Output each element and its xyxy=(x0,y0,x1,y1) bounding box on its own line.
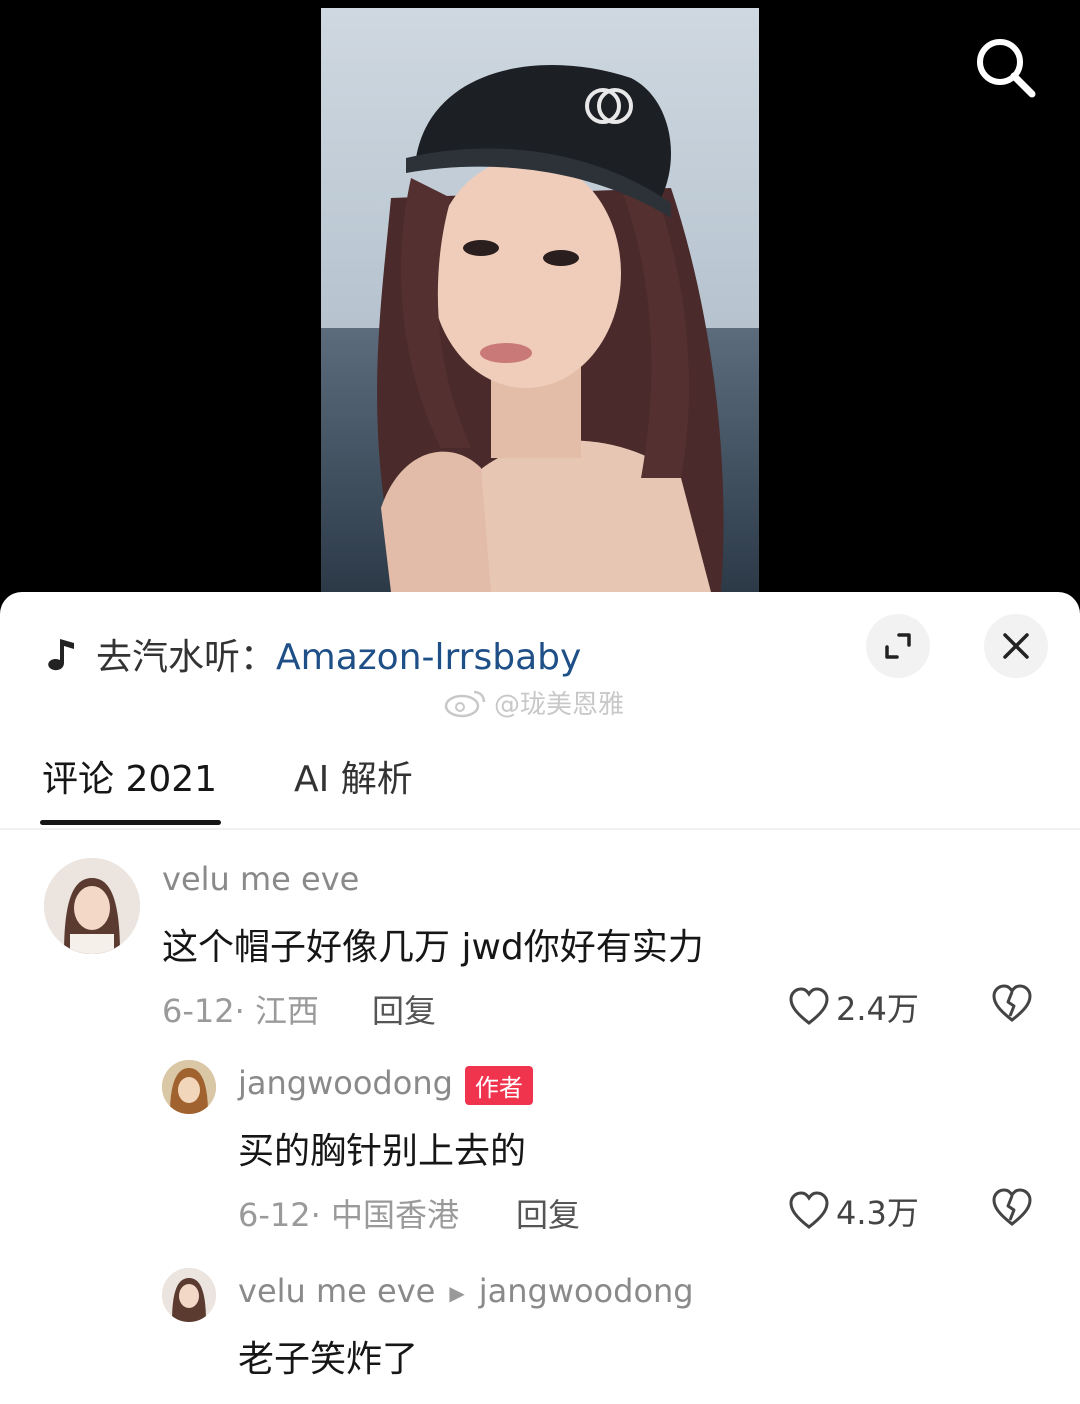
avatar[interactable] xyxy=(162,1060,216,1114)
reply-button[interactable]: 回复 xyxy=(516,1190,580,1236)
video-area[interactable] xyxy=(0,0,1080,600)
heart-icon xyxy=(789,1191,829,1229)
music-row[interactable]: 去汽水听：Amazon-lrrsbaby xyxy=(44,628,581,680)
comment-meta: 6-12· 江西 xyxy=(162,992,319,1030)
search-icon xyxy=(977,39,1036,98)
music-note-icon xyxy=(48,639,74,671)
tab-bar: 评论 2021 AI 解析 xyxy=(0,742,1080,830)
comment-panel: 去汽水听：Amazon-lrrsbaby @珑美恩雅 评论 2021 AI 解析 xyxy=(0,592,1080,1404)
close-icon xyxy=(1003,633,1029,659)
music-prefix: 去汽水听： xyxy=(96,637,277,678)
broken-heart-icon xyxy=(992,1188,1032,1226)
avatar[interactable] xyxy=(44,858,140,954)
comment-text: 买的胸针别上去的 xyxy=(238,1131,527,1172)
reply-button[interactable]: 回复 xyxy=(372,986,436,1032)
author-badge: 作者 xyxy=(464,1065,533,1105)
comment-username: velu me eve ▶ jangwoodong xyxy=(238,1272,694,1310)
weibo-logo-icon xyxy=(444,690,486,717)
comment-text: 这个帽子好像几万 jwd你好有实力 xyxy=(162,927,704,968)
avatar[interactable] xyxy=(162,1268,216,1322)
reply-username[interactable]: velu me eve xyxy=(238,1272,435,1310)
watermark: @珑美恩雅 xyxy=(444,684,624,721)
watermark-text: @珑美恩雅 xyxy=(494,690,625,720)
video-frame[interactable] xyxy=(321,8,759,592)
tab-ai-analysis[interactable]: AI 解析 xyxy=(294,750,413,802)
music-source: 去汽水听：Amazon-lrrsbaby xyxy=(96,628,581,680)
music-track-link[interactable]: Amazon-lrrsbaby xyxy=(276,637,581,678)
comment-meta: 6-12· 中国香港 xyxy=(238,1196,459,1234)
dislike-button[interactable] xyxy=(990,1188,1034,1232)
reply-to-username[interactable]: jangwoodong xyxy=(479,1272,694,1310)
broken-heart-icon xyxy=(992,984,1032,1022)
like-button[interactable]: 4.3万 xyxy=(788,1188,919,1234)
comment-username[interactable]: velu me eve xyxy=(162,860,359,898)
like-button[interactable]: 2.4万 xyxy=(788,984,919,1030)
like-count: 4.3万 xyxy=(836,1194,919,1232)
close-button[interactable] xyxy=(984,614,1048,678)
comment-username: jangwoodong 作者 xyxy=(238,1064,533,1105)
heart-icon xyxy=(789,987,829,1025)
comment-text: 老子笑炸了 xyxy=(238,1339,419,1380)
reply-username[interactable]: jangwoodong xyxy=(238,1064,453,1102)
dislike-button[interactable] xyxy=(990,984,1034,1028)
expand-button[interactable] xyxy=(866,614,930,678)
woman-in-cap-image xyxy=(321,8,759,592)
expand-icon xyxy=(885,633,911,659)
tab-comments[interactable]: 评论 2021 xyxy=(39,750,222,825)
reply-arrow-icon: ▶ xyxy=(449,1281,465,1305)
search-button[interactable] xyxy=(968,30,1044,106)
like-count: 2.4万 xyxy=(836,990,919,1028)
